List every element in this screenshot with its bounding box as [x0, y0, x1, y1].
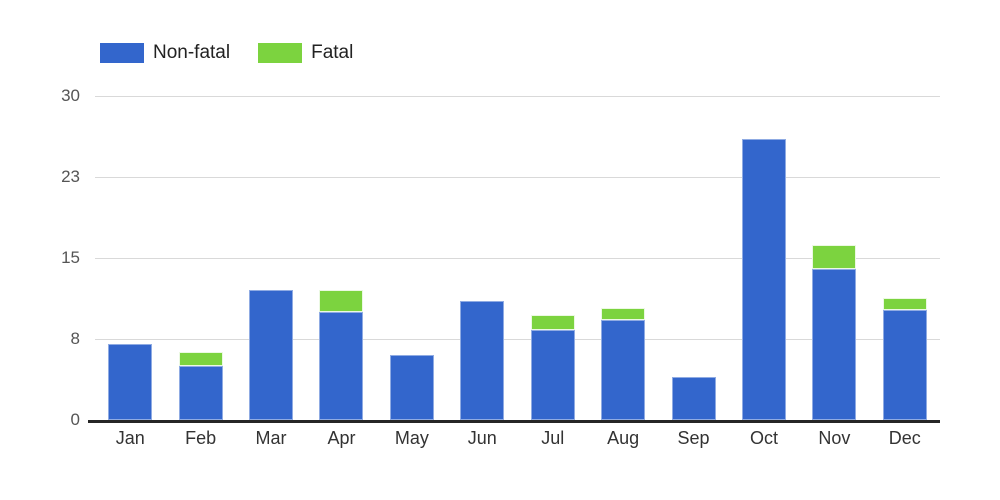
- bar-group-jul[interactable]: [530, 315, 575, 420]
- x-axis-tick-label: Oct: [749, 428, 778, 448]
- bar-segment-fatal[interactable]: [530, 315, 575, 331]
- bar-segment-non-fatal[interactable]: [601, 319, 646, 420]
- x-axis: Jan Feb Mar Apr May Jun Jul Aug Sep Oct Nov Dec: [95, 428, 940, 458]
- bar-group-mar[interactable]: [249, 290, 294, 420]
- bar-segment-non-fatal[interactable]: [389, 355, 434, 420]
- bar-segment-non-fatal[interactable]: [249, 290, 294, 420]
- bar-segment-fatal[interactable]: [178, 351, 223, 366]
- x-axis-tick-label: Jun: [467, 428, 497, 448]
- legend-label-fatal: Fatal: [311, 42, 354, 63]
- bar-group-dec[interactable]: [882, 297, 927, 420]
- bar-chart: Non-fatal Fatal 0 8 15 23 30 Jan Feb Mar Apr May…: [0, 0, 1000, 500]
- bar-segment-non-fatal[interactable]: [671, 376, 716, 420]
- bar-series-container: [95, 96, 940, 420]
- x-axis-tick-label: Dec: [888, 428, 921, 448]
- legend-label-non-fatal: Non-fatal: [153, 42, 231, 63]
- x-axis-tick-label: Jul: [541, 428, 565, 448]
- x-axis-tick-label: Jan: [115, 428, 145, 448]
- plot-area: [95, 96, 940, 420]
- bar-segment-non-fatal[interactable]: [108, 344, 153, 420]
- y-axis-tick-label: 30: [61, 86, 80, 105]
- bar-segment-non-fatal[interactable]: [460, 301, 505, 420]
- bar-group-apr[interactable]: [319, 290, 364, 420]
- bar-segment-non-fatal[interactable]: [530, 330, 575, 420]
- bar-group-feb[interactable]: [178, 351, 223, 420]
- bar-segment-non-fatal[interactable]: [812, 268, 857, 420]
- bar-group-nov[interactable]: [812, 245, 857, 420]
- bar-segment-fatal[interactable]: [812, 245, 857, 269]
- bar-segment-non-fatal[interactable]: [741, 139, 786, 420]
- bar-group-oct[interactable]: [741, 139, 786, 420]
- bar-segment-fatal[interactable]: [882, 297, 927, 310]
- y-axis-tick-label: 0: [70, 410, 80, 429]
- x-axis-tick-label: Nov: [818, 428, 851, 448]
- x-axis-tick-label: Apr: [327, 428, 356, 448]
- x-axis-tick-label: Aug: [607, 428, 640, 448]
- bar-segment-non-fatal[interactable]: [319, 312, 364, 420]
- legend-swatch-non-fatal: [100, 43, 144, 63]
- bar-segment-non-fatal[interactable]: [882, 309, 927, 420]
- y-axis: 0 8 15 23 30: [20, 86, 80, 429]
- x-axis-tick-label: Sep: [677, 428, 710, 448]
- x-axis-line: [88, 420, 940, 423]
- x-axis-tick-label: May: [394, 428, 429, 448]
- y-axis-tick-label: 8: [70, 329, 80, 348]
- y-axis-tick-label: 15: [61, 248, 80, 267]
- legend-item-non-fatal[interactable]: Non-fatal: [100, 43, 230, 63]
- x-axis-tick-label: Mar: [255, 428, 287, 448]
- legend-item-fatal[interactable]: Fatal: [258, 43, 353, 63]
- x-axis-tick-label: Feb: [185, 428, 217, 448]
- bar-group-may[interactable]: [389, 355, 434, 420]
- bar-group-jun[interactable]: [460, 301, 505, 420]
- bar-segment-fatal[interactable]: [601, 307, 646, 320]
- legend-swatch-fatal: [258, 43, 303, 63]
- bar-group-aug[interactable]: [601, 307, 646, 420]
- bar-segment-fatal[interactable]: [319, 290, 364, 312]
- bar-group-jan[interactable]: [108, 344, 153, 420]
- bar-segment-non-fatal[interactable]: [178, 366, 223, 420]
- y-axis-tick-label: 23: [61, 167, 80, 186]
- bar-group-sep[interactable]: [671, 376, 716, 420]
- chart-legend: Non-fatal Fatal: [100, 42, 353, 64]
